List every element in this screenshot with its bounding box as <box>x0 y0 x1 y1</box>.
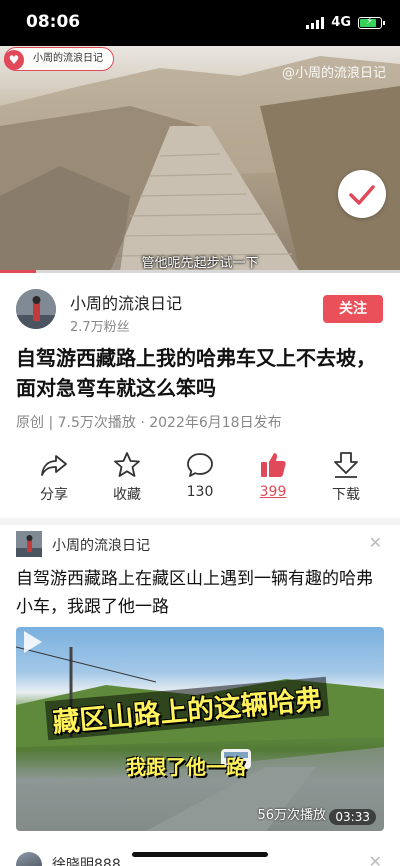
status-time: 08:06 <box>26 12 81 32</box>
follow-button[interactable]: 关注 <box>323 295 383 323</box>
rec-author-avatar[interactable] <box>16 531 42 557</box>
download-button[interactable]: 下载 <box>316 450 376 504</box>
signal-icon <box>306 16 325 29</box>
status-bar: 08:06 4G ⚡ <box>0 0 400 46</box>
video-progress-fill <box>0 270 36 273</box>
download-label: 下载 <box>332 487 360 503</box>
video-title: 自驾游西藏路上我的哈弗车又上不去坡，面对急弯车就这么笨吗 <box>16 346 376 400</box>
rec-video-thumbnail[interactable]: 藏区山路上的这辆哈弗 我跟了他一路 56万次播放 03:33 <box>16 627 384 831</box>
avatar-image <box>16 531 42 557</box>
section-divider <box>0 518 400 525</box>
rec-video-title[interactable]: 自驾游西藏路上在藏区山上遇到一辆有趣的哈弗小车，我跟了他一路 <box>16 565 388 621</box>
favorite-button[interactable]: 收藏 <box>97 450 157 504</box>
check-icon <box>349 185 375 205</box>
close-icon[interactable]: ✕ <box>369 533 382 552</box>
download-icon <box>334 452 358 478</box>
comment-icon <box>187 453 213 477</box>
network-type: 4G <box>331 15 351 30</box>
rec-author-name[interactable]: 小周的流浪日记 <box>52 535 150 555</box>
author-name[interactable]: 小周的流浪日记 <box>70 290 182 314</box>
video-meta: 原创 | 7.5万次播放 · 2022年6月18日发布 <box>16 415 282 431</box>
battery-icon: ⚡ <box>358 16 385 29</box>
play-icon[interactable] <box>16 627 46 657</box>
avatar-image <box>16 289 56 329</box>
video-subtitle: 管他呢先起步试一下 <box>141 256 259 271</box>
video-progress-bar[interactable] <box>0 270 400 273</box>
share-button[interactable]: 分享 <box>24 450 84 504</box>
rec-view-count: 56万次播放 <box>257 808 326 823</box>
comment-button[interactable]: 130 <box>170 450 230 500</box>
rec-duration: 03:33 <box>329 809 376 825</box>
share-label: 分享 <box>40 487 68 503</box>
video-watermark: @小周的流浪日记 <box>281 66 386 81</box>
next-author-avatar[interactable] <box>16 852 42 866</box>
author-fans: 2.7万粉丝 <box>70 320 130 335</box>
comment-count: 130 <box>186 484 214 500</box>
thumb-caption-2: 我跟了他一路 <box>126 755 246 779</box>
favorite-label: 收藏 <box>113 487 141 503</box>
thumbs-up-icon <box>261 453 286 477</box>
close-icon[interactable]: ✕ <box>369 852 382 866</box>
location-pin-icon: ♥ <box>4 50 24 70</box>
star-icon <box>114 452 140 477</box>
video-player[interactable]: @小周的流浪日记 管他呢先起步试一下 <box>0 46 400 272</box>
next-author-name[interactable]: 徐晓明888 <box>52 854 121 866</box>
status-icons: 4G ⚡ <box>306 15 385 30</box>
share-icon <box>41 455 67 476</box>
like-count: 399 <box>259 484 287 500</box>
author-avatar[interactable] <box>16 289 56 329</box>
like-button[interactable]: 399 <box>243 450 303 500</box>
check-button[interactable] <box>338 170 386 218</box>
home-indicator <box>132 852 268 857</box>
